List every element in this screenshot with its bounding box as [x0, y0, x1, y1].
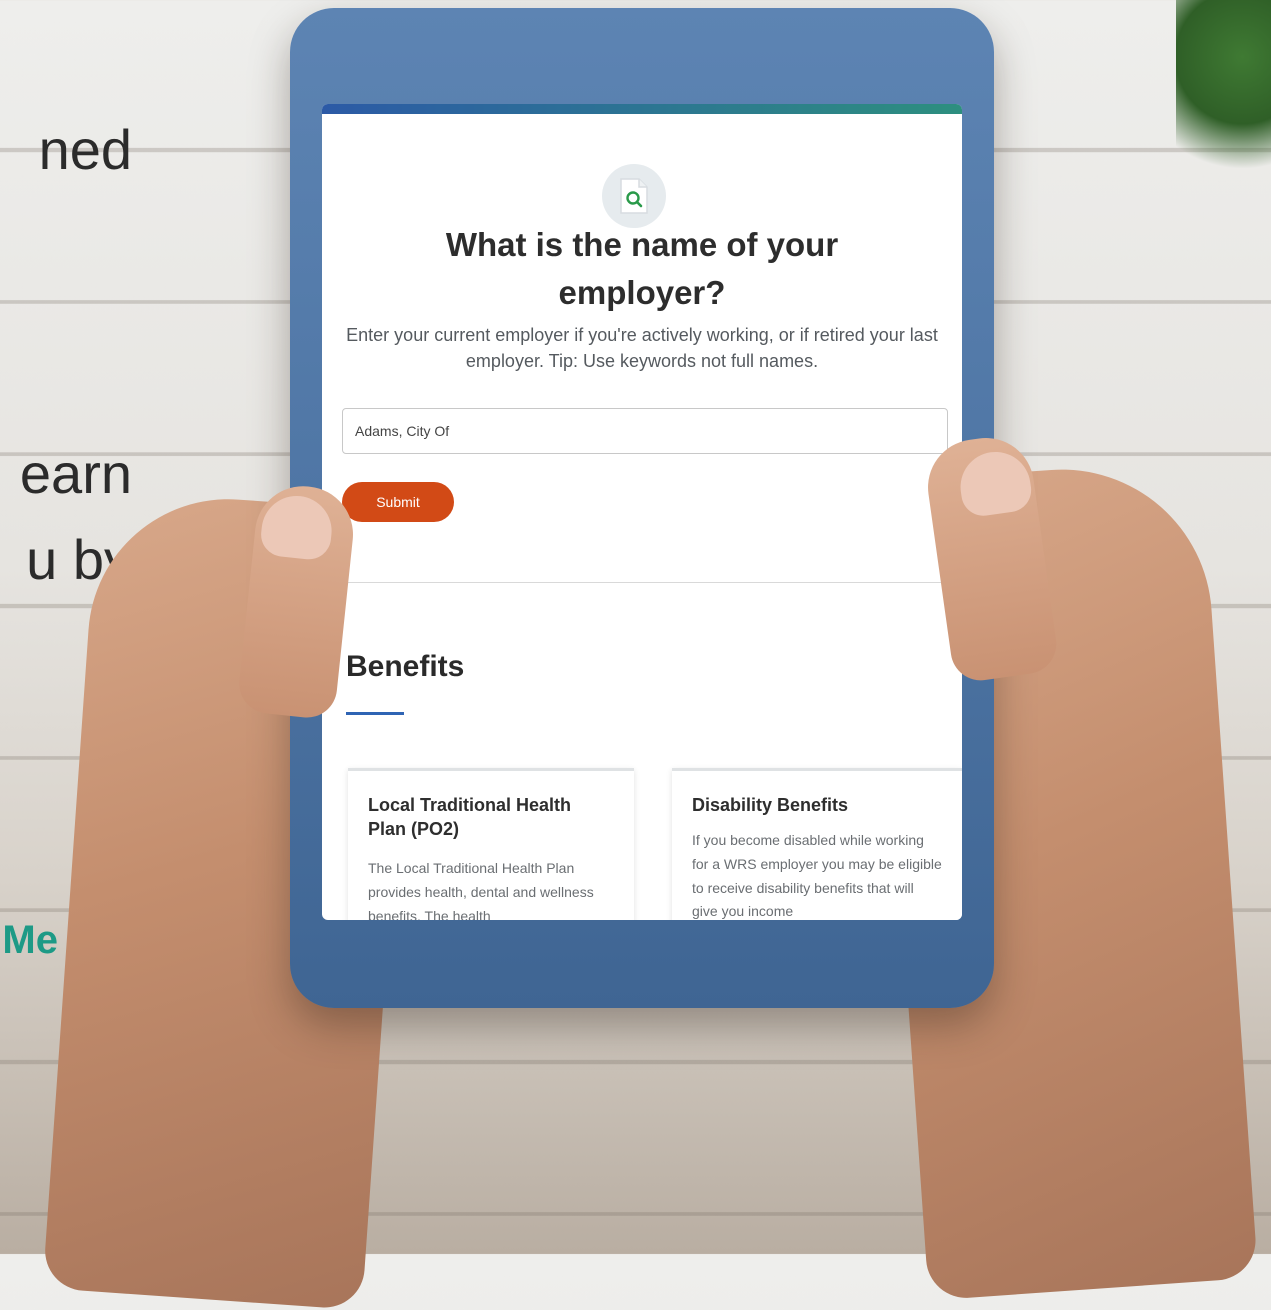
form-title-line-2: employer?	[558, 274, 726, 311]
benefit-card-disability[interactable]: Disability Benefits If you become disabl…	[672, 768, 962, 920]
benefits-underline	[346, 712, 404, 715]
benefit-card-body: If you become disabled while working for…	[692, 832, 942, 920]
plant-decoration	[1176, 0, 1271, 190]
header-band	[322, 104, 962, 114]
benefit-card-body: The Local Traditional Health Plan provid…	[368, 860, 594, 920]
form-title-line-1: What is the name of your	[445, 226, 839, 263]
marketing-line-1: ned	[38, 118, 132, 181]
section-divider	[342, 582, 948, 583]
document-search-icon	[602, 164, 666, 228]
benefit-card-health-plan[interactable]: Local Traditional Health Plan (PO2) The …	[348, 768, 634, 920]
benefits-heading: Benefits	[346, 650, 465, 683]
benefit-card-title: Disability Benefits	[692, 795, 849, 815]
submit-button[interactable]: Submit	[342, 482, 454, 522]
cta-link[interactable]: Me	[2, 920, 58, 960]
tablet-frame: What is the name of your employer? Enter…	[290, 8, 994, 1008]
document-search-icon-svg	[620, 178, 648, 214]
form-subtitle: Enter your current employer if you're ac…	[346, 325, 938, 372]
marketing-line-2: earn	[19, 442, 132, 505]
tablet-screen: What is the name of your employer? Enter…	[322, 104, 962, 920]
benefit-card-title: Local Traditional Health Plan (PO2)	[368, 795, 572, 840]
employer-input[interactable]	[342, 408, 948, 454]
